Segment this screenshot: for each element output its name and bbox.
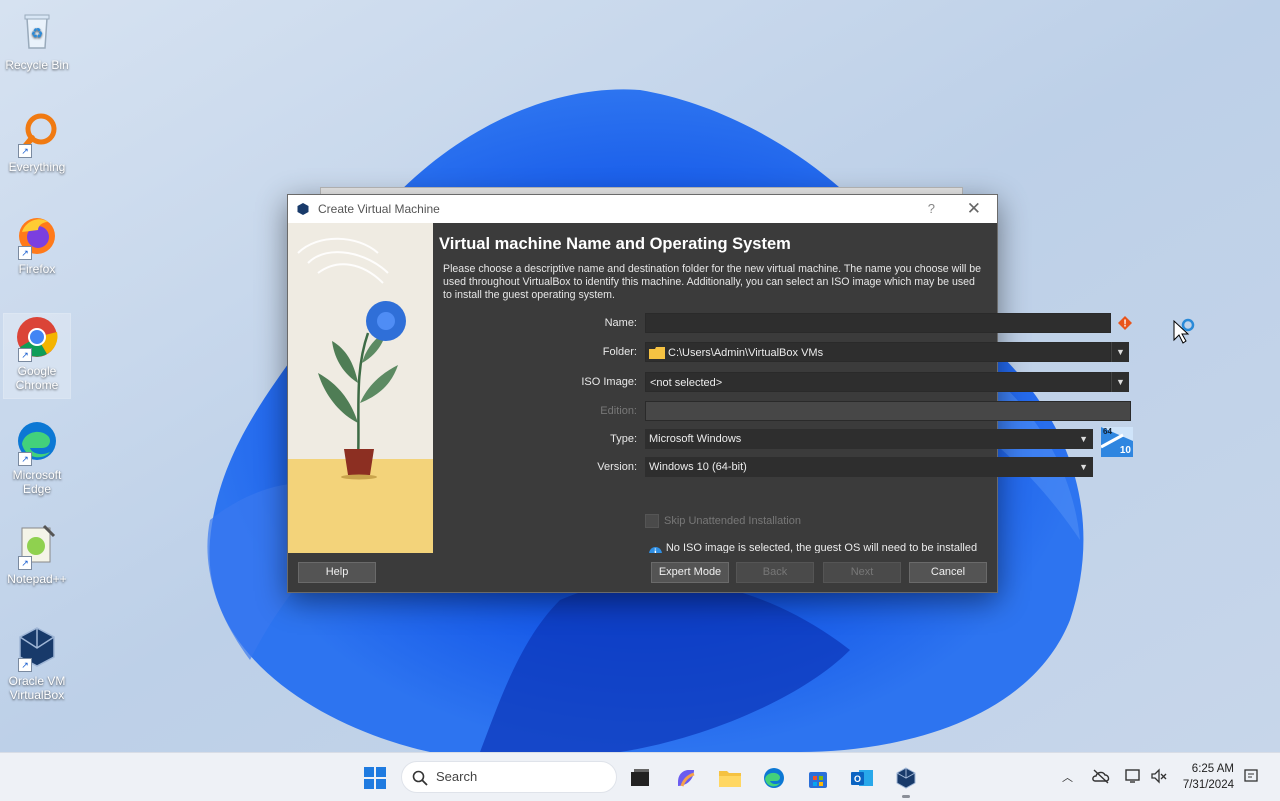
svg-text:!: !	[1123, 319, 1126, 330]
version-label: Version:	[597, 461, 637, 473]
warning-icon: !	[1118, 316, 1132, 330]
next-button[interactable]: Next	[823, 562, 901, 583]
svg-text:O: O	[854, 774, 861, 784]
back-button[interactable]: Back	[736, 562, 814, 583]
task-view-icon[interactable]	[628, 766, 652, 790]
volume-muted-icon[interactable]	[1150, 768, 1168, 784]
help-button[interactable]: Help	[298, 562, 376, 583]
desktop-icon-label: Notepad++	[7, 572, 67, 586]
name-field[interactable]	[645, 313, 1111, 333]
desktop-icon-virtualbox[interactable]: ↗ Oracle VM VirtualBox	[4, 624, 70, 702]
edge-icon[interactable]	[762, 766, 786, 790]
desktop-icon-everything[interactable]: ↗ Everything	[4, 110, 70, 174]
page-description: Please choose a descriptive name and des…	[443, 263, 982, 301]
os-badge-version: 10	[1119, 445, 1131, 456]
shortcut-arrow-icon: ↗	[18, 348, 32, 362]
version-select[interactable]: Windows 10 (64-bit) ▼	[645, 457, 1093, 477]
dialog-button-bar: Help Expert Mode Back Next Cancel	[288, 553, 997, 592]
virtualbox-icon	[297, 203, 309, 215]
shortcut-arrow-icon: ↗	[18, 452, 32, 466]
virtualbox-icon: ↗	[14, 624, 60, 672]
taskbar: Search O ︿ 6:25 AM 7/31/2024	[0, 752, 1280, 801]
file-explorer-icon[interactable]	[718, 766, 742, 790]
desktop-icon-firefox[interactable]: ↗ Firefox	[4, 212, 70, 276]
clock-time: 6:25 AM	[1191, 763, 1234, 775]
skip-unattended-checkbox-row[interactable]: Skip Unattended Installation	[645, 514, 801, 528]
search-icon	[412, 770, 428, 786]
desktop-icon-chrome[interactable]: ↗ Google Chrome	[3, 313, 71, 399]
notification-icon[interactable]	[1243, 768, 1259, 784]
everything-search-icon: ↗	[14, 110, 60, 158]
skip-unattended-checkbox[interactable]	[645, 514, 659, 528]
windows-10-64bit-os-icon: 64 10	[1100, 427, 1133, 457]
recycle-bin-icon: ♻	[14, 8, 60, 54]
shortcut-arrow-icon: ↗	[18, 144, 32, 158]
page-heading: Virtual machine Name and Operating Syste…	[439, 235, 791, 253]
running-indicator	[902, 795, 910, 798]
shortcut-arrow-icon: ↗	[18, 556, 32, 570]
desktop-icon-recycle-bin[interactable]: ♻ Recycle Bin	[4, 8, 70, 72]
edition-select[interactable]	[645, 401, 1131, 421]
type-label: Type:	[610, 433, 637, 445]
dialog-titlebar[interactable]: Create Virtual Machine ? ✕	[288, 195, 997, 223]
desktop-icon-label: Firefox	[18, 262, 56, 276]
dialog-title: Create Virtual Machine	[318, 202, 440, 216]
copilot-icon[interactable]	[674, 766, 698, 790]
iso-image-dropdown-button[interactable]: ▼	[1111, 372, 1129, 392]
shortcut-arrow-icon: ↗	[18, 658, 32, 672]
cancel-button[interactable]: Cancel	[909, 562, 987, 583]
name-label: Name:	[604, 317, 637, 329]
chrome-icon: ↗	[14, 314, 60, 362]
shortcut-arrow-icon: ↗	[18, 246, 32, 260]
chevron-down-icon: ▼	[1079, 434, 1088, 444]
iso-image-field[interactable]: <not selected>	[645, 372, 1111, 392]
desktop-icon-notepadpp[interactable]: ↗ Notepad++	[4, 522, 70, 586]
clock-date: 7/31/2024	[1182, 779, 1234, 791]
folder-icon	[649, 347, 665, 359]
create-vm-dialog: Create Virtual Machine ? ✕ Virtual machi…	[287, 194, 1133, 593]
version-value: Windows 10 (64-bit)	[649, 461, 747, 473]
start-icon[interactable]	[363, 766, 387, 790]
notepadpp-icon: ↗	[14, 522, 60, 570]
desktop-icon-label: Microsoft Edge	[12, 468, 62, 496]
desktop-icon-edge[interactable]: ↗ Microsoft Edge	[4, 418, 70, 496]
close-button[interactable]: ✕	[967, 199, 981, 219]
network-icon[interactable]	[1124, 768, 1142, 784]
desktop-icon-label: Everything	[8, 160, 66, 174]
folder-field[interactable]: C:\Users\Admin\VirtualBox VMs	[645, 342, 1111, 362]
search-placeholder: Search	[436, 769, 478, 784]
folder-path: C:\Users\Admin\VirtualBox VMs	[668, 347, 824, 359]
iso-image-label: ISO Image:	[581, 376, 637, 388]
skip-unattended-label: Skip Unattended Installation	[664, 515, 801, 527]
show-hidden-icons-chevron-icon[interactable]: ︿	[1062, 769, 1073, 785]
folder-dropdown-button[interactable]: ▼	[1111, 342, 1129, 362]
edge-icon: ↗	[14, 418, 60, 466]
taskbar-search-box[interactable]: Search	[401, 761, 617, 793]
type-value: Microsoft Windows	[649, 433, 742, 445]
os-badge-bits: 64	[1103, 427, 1112, 436]
help-title-button[interactable]: ?	[928, 201, 935, 216]
desktop-icon-label: Oracle VM VirtualBox	[8, 674, 66, 702]
virtualbox-icon[interactable]	[894, 766, 918, 790]
edition-label: Edition:	[600, 405, 637, 417]
store-icon[interactable]	[806, 766, 830, 790]
dialog-content: Virtual machine Name and Operating Syste…	[433, 223, 1133, 566]
chevron-down-icon: ▼	[1079, 462, 1088, 472]
expert-mode-button[interactable]: Expert Mode	[651, 562, 729, 583]
desktop-icon-label: Recycle Bin	[5, 58, 69, 72]
type-select[interactable]: Microsoft Windows ▼	[645, 429, 1093, 449]
onedrive-offline-icon[interactable]	[1092, 768, 1110, 784]
clock[interactable]: 6:25 AM 7/31/2024	[1183, 761, 1234, 793]
outlook-icon[interactable]: O	[850, 766, 874, 790]
desktop-icon-label: Google Chrome	[15, 364, 59, 392]
plant-illustration	[288, 223, 433, 553]
svg-text:♻: ♻	[31, 25, 44, 41]
firefox-icon: ↗	[14, 212, 60, 260]
mouse-cursor-busy-icon	[1173, 318, 1195, 344]
folder-label: Folder:	[602, 346, 637, 358]
